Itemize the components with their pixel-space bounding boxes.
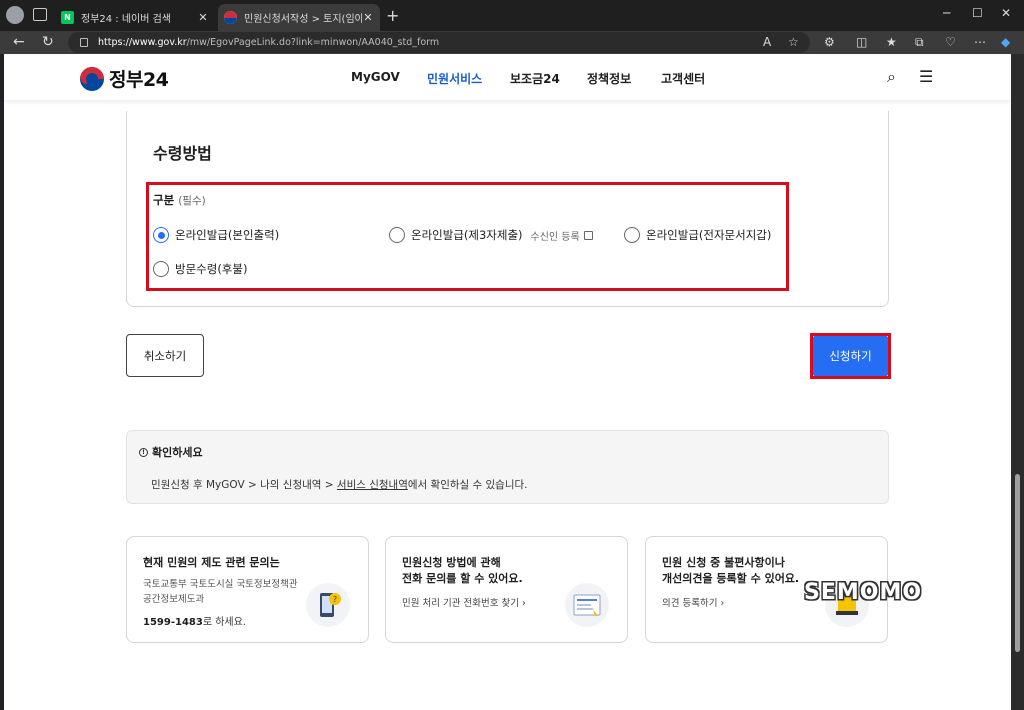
cancel-button[interactable]: 취소하기 — [126, 334, 204, 377]
web-page: 정부24 MyGOV 민원서비스 보조금24 정책정보 고객센터 ⌕ ☰ 수령방… — [4, 54, 1011, 710]
gov24-favicon-icon — [224, 11, 237, 24]
help-card-desc: 국토교통부 국토도시실 국토정보정책관 — [143, 579, 298, 590]
help-card-title: 민원 신청 중 불편사항이나개선의견을 등록할 수 있어요. — [662, 555, 799, 587]
browser-tab-naver[interactable]: N 정부24 : 네이버 검색 ✕ — [55, 4, 215, 31]
apply-button[interactable]: 신청하기 — [813, 336, 888, 376]
read-aloud-icon[interactable]: A — [763, 35, 771, 49]
radio-online-e-wallet[interactable]: 온라인발급(전자문서지갑) — [624, 227, 771, 243]
gov24-logo[interactable]: 정부24 — [80, 65, 169, 92]
help-card-phone: 1599-1483로 하세요. — [143, 613, 246, 628]
tab-actions-icon[interactable] — [33, 8, 47, 21]
tab-title: 정부24 : 네이버 검색 — [81, 14, 172, 25]
copilot-icon[interactable]: ◆ — [1001, 35, 1010, 49]
link-text: 민원 처리 기관 전화번호 찾기 — [402, 598, 519, 609]
link-text: 의견 등록하기 — [662, 598, 718, 609]
notice-title-text: 확인하세요 — [152, 446, 203, 459]
naver-favicon-icon: N — [61, 11, 74, 24]
notice-body: 민원신청 후 MyGOV > 나의 신청내역 > 서비스 신청내역에서 확인하실… — [151, 477, 528, 492]
radio-label: 방문수령(후불) — [175, 262, 248, 276]
info-icon: ! — [139, 447, 148, 457]
logo-text: 정부24 — [109, 69, 169, 91]
radio-unselected-icon[interactable] — [153, 261, 169, 277]
split-screen-icon[interactable]: ◫ — [856, 35, 867, 49]
help-card-title: 민원신청 방법에 관해전화 문의를 할 수 있어요. — [402, 555, 523, 587]
browser-tab-bar: N 정부24 : 네이버 검색 ✕ 민원신청서작성 > 토지(임야)대장 ✕ +… — [0, 0, 1024, 31]
search-icon[interactable]: ⌕ — [887, 67, 896, 87]
radio-selected-icon[interactable] — [153, 227, 169, 243]
back-icon[interactable]: ← — [13, 34, 25, 50]
help-card-title-line: 전화 문의를 할 수 있어요. — [402, 572, 523, 585]
register-feedback-link[interactable]: 의견 등록하기 › — [662, 595, 724, 609]
favorites-icon[interactable]: ★ — [886, 35, 897, 49]
profile-avatar[interactable] — [6, 6, 24, 24]
nav-subsidy24[interactable]: 보조금24 — [510, 70, 560, 87]
tab-title: 민원신청서작성 > 토지(임야)대장 — [244, 14, 362, 25]
help-card-title: 현재 민원의 제도 관련 문의는 — [143, 556, 280, 569]
notice-box: ! 확인하세요 민원신청 후 MyGOV > 나의 신청내역 > 서비스 신청내… — [126, 430, 889, 504]
new-tab-icon[interactable]: + — [386, 6, 399, 25]
external-link-icon — [583, 230, 593, 240]
chevron-right-icon: › — [720, 598, 725, 609]
notice-text: 에서 확인하실 수 있습니다. — [407, 479, 528, 491]
apply-highlight-box: 신청하기 — [810, 333, 891, 379]
help-card-title-line: 개선의견을 등록할 수 있어요. — [662, 572, 800, 585]
recipient-register-link[interactable]: 수신인 등록 — [531, 228, 580, 243]
refresh-icon[interactable]: ↻ — [42, 34, 54, 50]
find-agency-phone-link[interactable]: 민원 처리 기관 전화번호 찾기 › — [402, 595, 526, 609]
radio-unselected-icon[interactable] — [624, 227, 640, 243]
field-label-text: 구분 — [153, 193, 175, 207]
close-tab-icon[interactable]: ✕ — [197, 11, 209, 24]
radio-label: 온라인발급(본인출력) — [175, 228, 280, 242]
lock-icon — [80, 38, 88, 47]
field-label: 구분 (필수) — [153, 192, 206, 208]
url-path: /mw/EgovPageLink.do?link=minwon/AA040_st… — [186, 37, 440, 48]
nav-civil-service[interactable]: 민원서비스 — [427, 70, 482, 87]
semomo-watermark: SEMOMO — [804, 580, 923, 605]
application-history-link[interactable]: 서비스 신청내역 — [337, 479, 408, 491]
radio-visit-pickup[interactable]: 방문수령(후불) — [153, 261, 247, 277]
required-mark: (필수) — [178, 195, 206, 207]
site-header: 정부24 MyGOV 민원서비스 보조금24 정책정보 고객센터 ⌕ ☰ — [4, 54, 1011, 100]
collections-icon[interactable]: ⧉ — [915, 35, 924, 50]
help-card-title-line: 민원 신청 중 불편사항이나 — [662, 556, 785, 569]
radio-online-self-print[interactable]: 온라인발급(본인출력) — [153, 227, 279, 243]
nav-mygov[interactable]: MyGOV — [351, 70, 400, 84]
help-card-inquiry: 현재 민원의 제도 관련 문의는 국토교통부 국토도시실 국토정보정책관 공간정… — [126, 536, 369, 643]
more-icon[interactable]: ⋯ — [974, 35, 986, 49]
radio-online-third-party[interactable]: 온라인발급(제3자제출) 수신인 등록 — [389, 227, 593, 243]
heart-icon[interactable]: ♡ — [945, 35, 956, 49]
help-card-desc: 공간정보제도과 — [143, 594, 205, 605]
minimize-icon[interactable]: ─ — [943, 6, 950, 20]
notice-title: ! 확인하세요 — [139, 444, 203, 460]
document-illustration-icon — [565, 583, 609, 627]
close-window-icon[interactable]: ✕ — [1001, 6, 1011, 20]
phone-suffix: 로 하세요. — [202, 617, 246, 628]
nav-policy-info[interactable]: 정책정보 — [587, 70, 631, 87]
close-tab-icon[interactable]: ✕ — [362, 11, 374, 24]
menu-icon[interactable]: ☰ — [919, 67, 933, 86]
help-card-title-line: 민원신청 방법에 관해 — [402, 556, 501, 569]
maximize-icon[interactable]: ☐ — [972, 6, 983, 20]
url-host: https://www.gov.kr — [98, 37, 187, 48]
phone-number: 1599-1483 — [143, 617, 203, 628]
help-card-phone-search: 민원신청 방법에 관해전화 문의를 할 수 있어요. 민원 처리 기관 전화번호… — [385, 536, 628, 643]
notice-text: 민원신청 후 MyGOV > 나의 신청내역 > — [151, 479, 337, 491]
chevron-right-icon: › — [522, 598, 526, 609]
radio-label: 온라인발급(제3자제출) — [411, 228, 523, 242]
address-bar[interactable]: https://www.gov.kr /mw/EgovPageLink.do?l… — [68, 32, 810, 53]
nav-customer-center[interactable]: 고객센터 — [661, 70, 705, 87]
section-title: 수령방법 — [153, 144, 212, 163]
page-scrollbar[interactable] — [1011, 54, 1024, 710]
scrollbar-thumb[interactable] — [1015, 474, 1020, 652]
browser-tab-gov24[interactable]: 민원신청서작성 > 토지(임야)대장 ✕ — [218, 4, 380, 31]
taegeuk-logo-icon — [80, 66, 104, 91]
phone-illustration-icon: ? — [306, 583, 350, 627]
svg-text:?: ? — [333, 595, 337, 604]
address-toolbar: ← ↻ https://www.gov.kr /mw/EgovPageLink.… — [0, 31, 1024, 54]
favorite-star-icon[interactable]: ☆ — [788, 35, 799, 49]
radio-unselected-icon[interactable] — [389, 227, 405, 243]
radio-label: 온라인발급(전자문서지갑) — [646, 228, 772, 242]
extensions-icon[interactable]: ⚙ — [824, 35, 835, 49]
